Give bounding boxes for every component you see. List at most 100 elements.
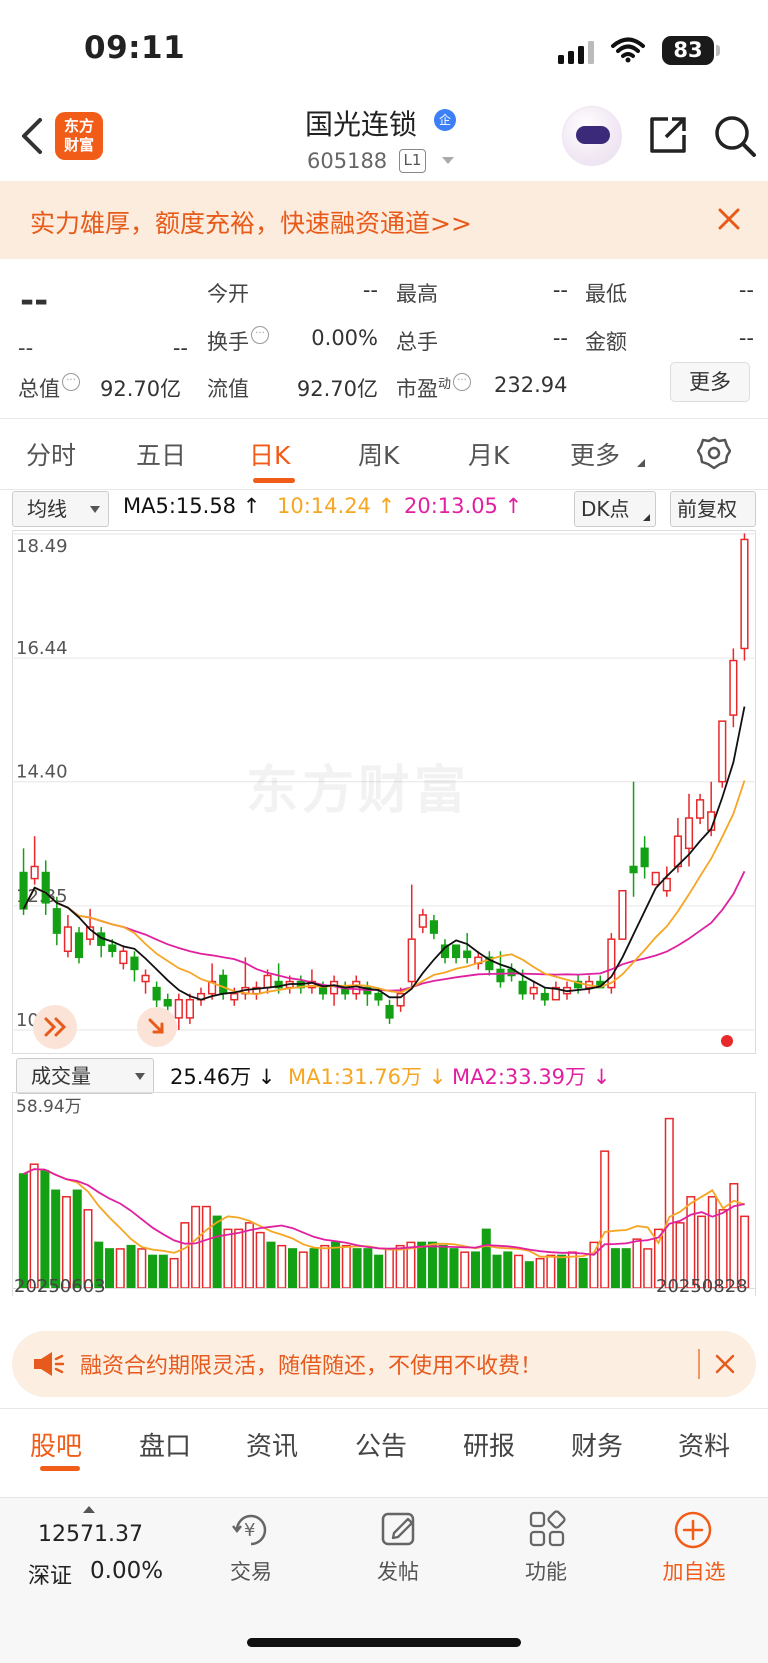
dk-point-button[interactable]: DK点: [574, 491, 656, 527]
tab-pankou[interactable]: 盘口: [139, 1426, 191, 1463]
add-watchlist-icon[interactable]: [673, 1510, 713, 1550]
volume-indicator-select[interactable]: 成交量: [16, 1058, 154, 1094]
pe-label: 市盈动 ···: [396, 373, 472, 403]
candle-body: [640, 847, 649, 868]
ma10-value: 10:14.24 ↑: [277, 494, 396, 518]
post-icon[interactable]: [380, 1510, 418, 1548]
trade-icon[interactable]: ¥: [229, 1510, 273, 1548]
promo-text[interactable]: 实力雄厚，额度充裕，快速融资通道>>: [30, 204, 472, 240]
volume-bar: [395, 1244, 405, 1289]
volume-bar: [374, 1254, 384, 1289]
tab-announcements[interactable]: 公告: [355, 1426, 407, 1463]
tab-daily-k[interactable]: 日K: [249, 436, 290, 472]
nav-add-watchlist[interactable]: 加自选: [644, 1556, 744, 1586]
candle-body: [141, 974, 150, 983]
tab-timeshare[interactable]: 分时: [26, 436, 76, 472]
tab-news[interactable]: 资讯: [246, 1426, 298, 1463]
volume-bar: [180, 1222, 190, 1289]
index-name[interactable]: 深证: [28, 1558, 72, 1590]
volume-bar: [212, 1215, 222, 1289]
candle-body: [230, 992, 239, 1001]
candle-body: [618, 889, 627, 940]
tab-weekly-k[interactable]: 周K: [358, 436, 399, 472]
volume-bar: [287, 1248, 298, 1289]
volume-bar: [438, 1244, 448, 1289]
tab-finance[interactable]: 财务: [571, 1426, 623, 1463]
search-icon[interactable]: [712, 113, 758, 159]
index-value[interactable]: 12571.37: [38, 1522, 143, 1547]
volume-bar: [535, 1257, 545, 1289]
up-caret-icon[interactable]: [82, 1505, 96, 1514]
share-icon[interactable]: [646, 113, 690, 157]
tab-guba[interactable]: 股吧: [30, 1426, 82, 1463]
candle-body: [74, 932, 84, 959]
nav-trade[interactable]: 交易: [201, 1556, 301, 1586]
tab-more[interactable]: 更多: [570, 436, 620, 472]
adjust-price-button[interactable]: 前复权: [670, 491, 756, 527]
candle-body: [684, 817, 694, 850]
candle-body: [130, 956, 139, 971]
info-icon[interactable]: ···: [453, 373, 472, 391]
volume-bar: [61, 1196, 71, 1289]
candle-body: [407, 938, 416, 983]
app-logo: 东方 财富: [55, 112, 103, 160]
volume-bar: [427, 1241, 437, 1289]
close-icon[interactable]: [717, 207, 741, 231]
candle-body: [418, 914, 427, 928]
volume-bar: [51, 1189, 61, 1289]
tab-five-day[interactable]: 五日: [136, 436, 186, 472]
info-icon[interactable]: ···: [251, 326, 269, 344]
stock-name[interactable]: 国光连锁: [305, 103, 417, 143]
chevron-down-icon[interactable]: [441, 156, 455, 166]
candle-body: [163, 998, 172, 1007]
volume-bar: [600, 1150, 610, 1289]
volume-bar: [341, 1244, 351, 1289]
volume-bar: [277, 1244, 287, 1289]
indicator-select[interactable]: 均线: [12, 491, 109, 527]
volume-label: 总手: [396, 330, 438, 354]
tab-more-triangle: [636, 458, 646, 468]
info-icon[interactable]: ···: [62, 373, 80, 391]
tab-profile[interactable]: 资料: [678, 1426, 730, 1463]
price-change-pct: --: [172, 336, 188, 360]
high-label: 最高: [396, 282, 438, 306]
y-tick-label: 16.44: [16, 638, 68, 659]
expand-left-icon[interactable]: [32, 1004, 78, 1050]
candle-body: [463, 950, 472, 959]
ad-text[interactable]: 融资合约期限灵活，随借随还，不使用不收费！: [80, 1348, 542, 1380]
volume-ma1: MA1:31.76万 ↓: [288, 1065, 447, 1089]
candle-body: [662, 877, 671, 892]
collapse-icon[interactable]: [136, 1006, 178, 1048]
mktcap-label: 总值 ···: [18, 373, 80, 403]
nav-function[interactable]: 功能: [496, 1556, 596, 1586]
volume-max-label: 58.94万: [16, 1097, 82, 1117]
nav-post[interactable]: 发帖: [348, 1556, 448, 1586]
volume-bar: [514, 1254, 524, 1289]
volume-bar: [148, 1254, 158, 1289]
ad-close-icon[interactable]: [715, 1354, 735, 1374]
gear-icon[interactable]: [697, 436, 731, 470]
tab-research[interactable]: 研报: [463, 1426, 515, 1463]
candle-body: [629, 865, 638, 874]
back-icon[interactable]: [18, 116, 44, 156]
index-change[interactable]: 0.00%: [90, 1558, 163, 1584]
float-label: 流值: [207, 377, 249, 401]
level-badge: L1: [399, 149, 426, 173]
volume-bar: [298, 1251, 308, 1289]
tab-monthly-k[interactable]: 月K: [468, 436, 509, 472]
more-quote-button[interactable]: 更多: [670, 362, 750, 402]
candle-body: [696, 799, 705, 819]
volume-bar: [643, 1248, 653, 1289]
candle-body: [119, 950, 128, 965]
amount-label: 金额: [585, 330, 627, 354]
wifi-icon: [611, 37, 645, 63]
x-end-date: 20250828: [656, 1276, 748, 1297]
candle-body: [718, 720, 727, 783]
volume-bar: [632, 1238, 642, 1289]
volume-chart[interactable]: 58.94万: [12, 1092, 756, 1296]
low-label: 最低: [585, 282, 627, 306]
volume-bar: [557, 1254, 567, 1289]
volume-bar: [503, 1251, 513, 1289]
function-icon[interactable]: [528, 1510, 566, 1548]
candle-body: [374, 992, 383, 1001]
